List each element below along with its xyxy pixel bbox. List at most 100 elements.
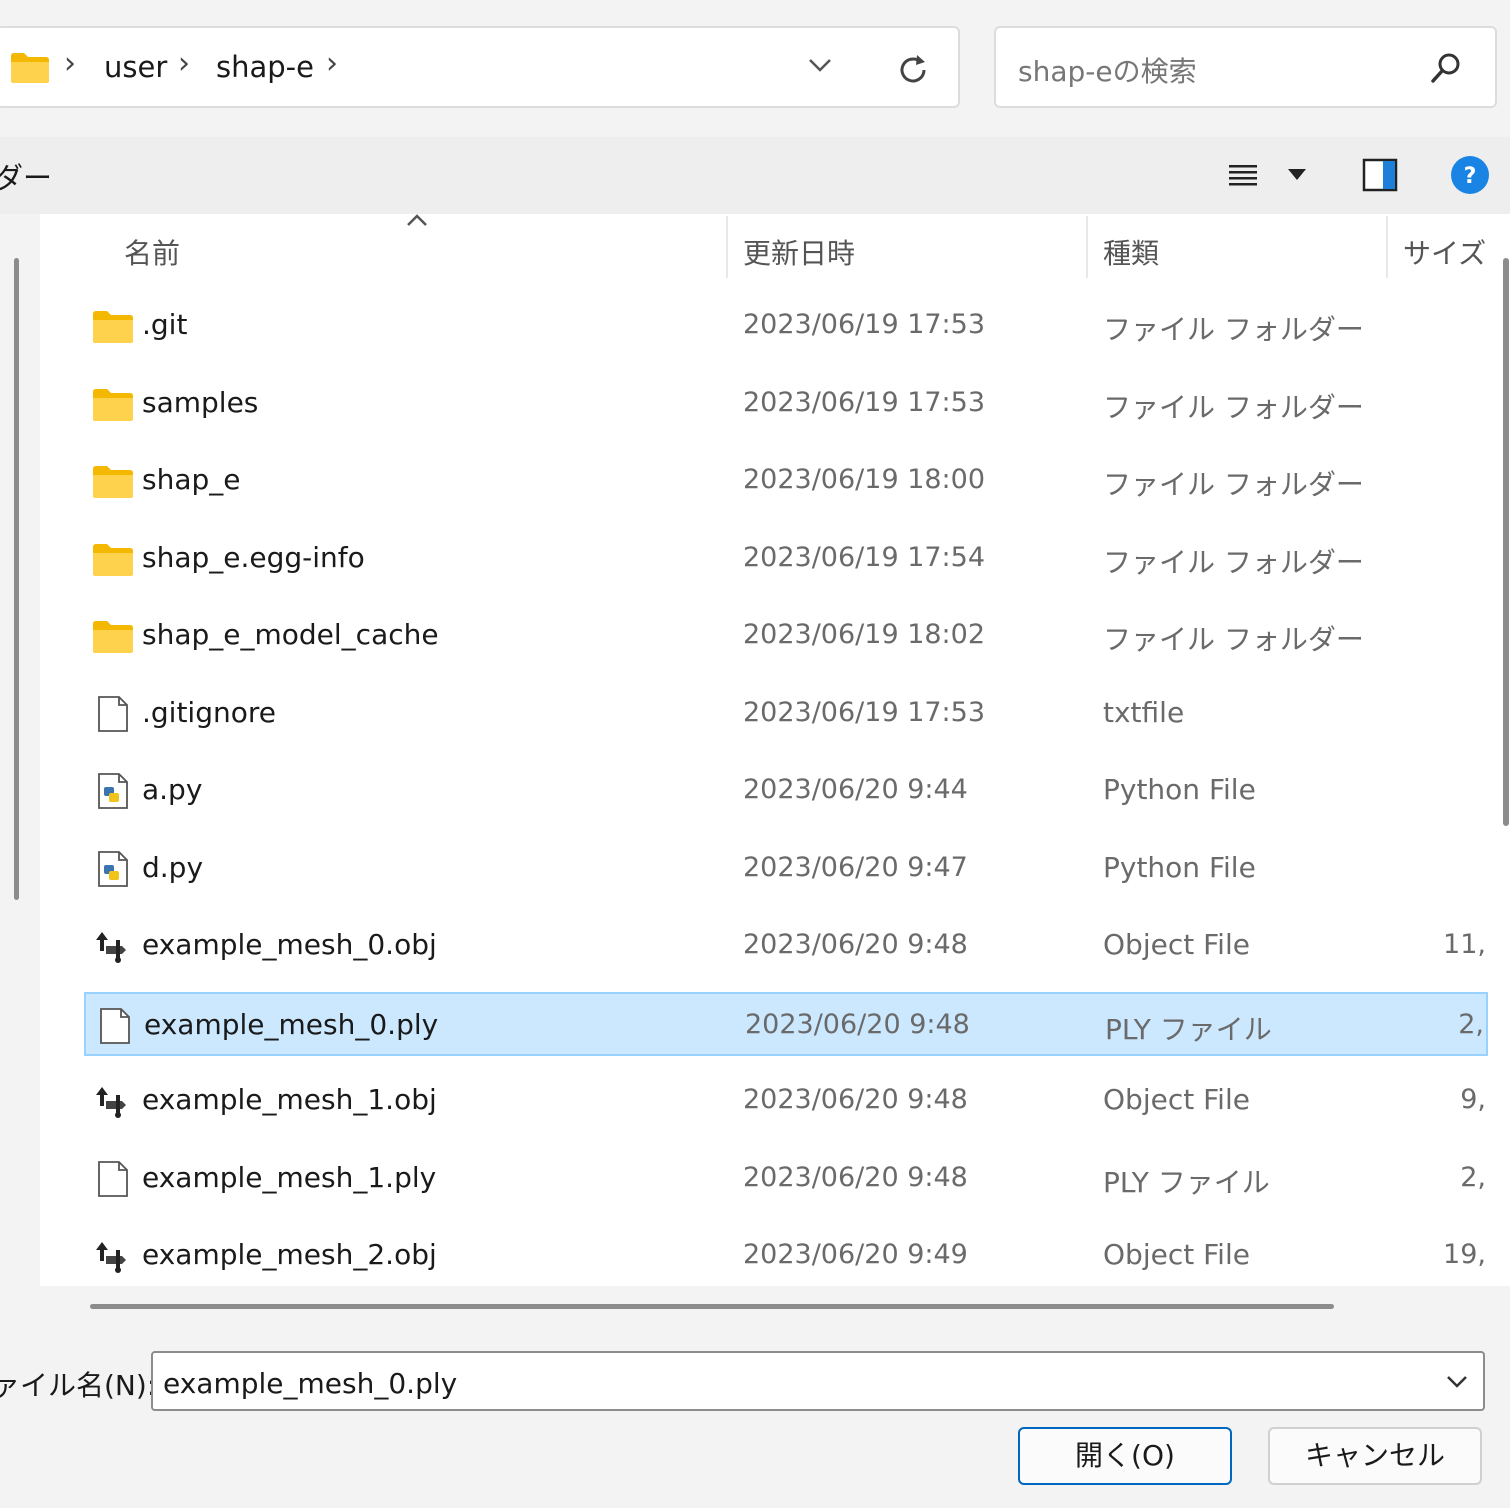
chevron-down-icon[interactable] xyxy=(1286,167,1308,183)
folder-icon xyxy=(92,386,134,422)
file-type: ファイル フォルダー xyxy=(1103,545,1364,579)
file-row[interactable]: .git 2023/06/19 17:53 ファイル フォルダー xyxy=(84,294,1488,358)
file-name: shap_e_model_cache xyxy=(142,618,439,651)
file-name: shap_e xyxy=(142,463,241,496)
column-header-date[interactable]: 更新日時 xyxy=(743,232,855,272)
file-type: Python File xyxy=(1103,850,1256,884)
file-date: 2023/06/19 17:53 xyxy=(743,309,986,340)
file-name: example_mesh_1.ply xyxy=(142,1160,437,1194)
file-row[interactable]: example_mesh_1.ply 2023/06/20 9:48 PLY ファイ… xyxy=(84,1147,1488,1211)
column-divider[interactable] xyxy=(1386,216,1388,278)
file-date: 2023/06/19 17:53 xyxy=(743,696,986,728)
file-row[interactable]: shap_e 2023/06/19 18:00 ファイル フォルダー xyxy=(84,449,1488,513)
file-type: ファイル フォルダー xyxy=(1103,390,1364,424)
column-divider[interactable] xyxy=(726,216,728,278)
breadcrumb-separator[interactable]: › xyxy=(326,46,338,81)
folder-icon xyxy=(92,618,134,654)
file-date: 2023/06/19 18:00 xyxy=(743,464,986,495)
folder-icon xyxy=(11,53,49,83)
preview-pane-icon[interactable] xyxy=(1362,158,1398,192)
file-row[interactable]: example_mesh_1.obj 2023/06/20 9:48 Object … xyxy=(84,1069,1488,1133)
file-date: 2023/06/20 9:48 xyxy=(743,929,968,960)
file-size: 19, xyxy=(1443,1239,1486,1270)
breadcrumb-user[interactable]: user xyxy=(104,50,167,84)
file-type: Object File xyxy=(1103,1238,1250,1271)
file-name: example_mesh_2.obj xyxy=(142,1238,437,1271)
file-date: 2023/06/20 9:48 xyxy=(743,1084,968,1115)
file-name: .gitignore xyxy=(142,695,276,729)
column-header-type[interactable]: 種類 xyxy=(1103,232,1159,272)
file-row-selected[interactable]: example_mesh_0.ply 2023/06/20 9:48 PLY ファイ… xyxy=(84,991,1488,1056)
file-row[interactable]: .gitignore 2023/06/19 17:53 txtfile xyxy=(84,682,1488,746)
cancel-button[interactable]: キャンセル xyxy=(1268,1427,1482,1485)
horizontal-scrollbar[interactable] xyxy=(90,1304,1334,1309)
filename-combobox[interactable]: example_mesh_0.ply xyxy=(151,1351,1485,1411)
nav-pane-scrollbar[interactable] xyxy=(14,258,19,900)
object-file-icon xyxy=(92,1083,134,1119)
file-date: 2023/06/20 9:47 xyxy=(743,851,968,883)
file-row[interactable]: d.py 2023/06/20 9:47 Python File xyxy=(84,837,1488,901)
view-menu-icon[interactable] xyxy=(1227,159,1259,191)
file-date: 2023/06/20 9:44 xyxy=(743,774,968,805)
file-row[interactable]: a.py 2023/06/20 9:44 Python File xyxy=(84,759,1488,823)
breadcrumb-separator[interactable]: › xyxy=(64,46,76,81)
open-button[interactable]: 開く(O) xyxy=(1018,1427,1232,1485)
search-icon[interactable] xyxy=(1428,50,1464,86)
file-size: 9, xyxy=(1460,1084,1486,1115)
file-icon xyxy=(94,1007,136,1044)
chevron-down-icon[interactable] xyxy=(806,50,834,78)
file-type: Object File xyxy=(1103,928,1250,961)
svg-text:?: ? xyxy=(1464,164,1477,189)
file-row[interactable]: example_mesh_0.obj 2023/06/20 9:48 Object … xyxy=(84,914,1488,978)
toolbar: ダー ? xyxy=(0,137,1510,214)
object-file-icon xyxy=(92,1238,134,1274)
file-name: example_mesh_1.obj xyxy=(142,1083,437,1116)
search-placeholder[interactable]: shap-eの検索 xyxy=(1018,50,1197,90)
file-icon xyxy=(92,1160,134,1197)
file-date: 2023/06/20 9:48 xyxy=(743,1161,968,1193)
file-size: 2, xyxy=(1460,1161,1486,1193)
file-row[interactable]: samples 2023/06/19 17:53 ファイル フォルダー xyxy=(84,372,1488,436)
object-file-icon xyxy=(92,928,134,964)
file-type: ファイル フォルダー xyxy=(1103,468,1364,501)
file-date: 2023/06/19 18:02 xyxy=(743,619,986,650)
file-type: Object File xyxy=(1103,1083,1250,1116)
column-header-size[interactable]: サイズ xyxy=(1403,232,1486,272)
folder-icon xyxy=(92,463,134,499)
file-name: shap_e.egg-info xyxy=(142,540,365,574)
help-icon[interactable]: ? xyxy=(1450,155,1490,195)
chevron-down-icon[interactable] xyxy=(1445,1371,1469,1391)
file-size: 11, xyxy=(1443,929,1486,960)
file-type: PLY ファイル xyxy=(1103,1165,1270,1199)
file-row[interactable]: shap_e_model_cache 2023/06/19 18:02 ファイル フ… xyxy=(84,604,1488,668)
refresh-icon[interactable] xyxy=(893,50,933,90)
address-bar[interactable]: › user › shap-e › xyxy=(0,26,960,108)
python-file-icon xyxy=(92,773,134,809)
file-icon xyxy=(92,695,134,732)
vertical-scrollbar[interactable] xyxy=(1503,258,1509,826)
file-type: Python File xyxy=(1103,773,1256,806)
file-size: 2, xyxy=(1458,1008,1484,1040)
file-type: ファイル フォルダー xyxy=(1103,313,1364,346)
file-date: 2023/06/20 9:48 xyxy=(745,1008,970,1040)
search-box[interactable]: shap-eの検索 xyxy=(994,26,1497,108)
column-header-name[interactable]: 名前 xyxy=(124,232,180,272)
file-name: samples xyxy=(142,385,259,419)
folder-icon xyxy=(92,541,134,577)
file-type: PLY ファイル xyxy=(1105,1012,1272,1046)
filename-label: ァイル名(N): xyxy=(0,1369,157,1402)
filename-input[interactable]: example_mesh_0.ply xyxy=(163,1367,457,1400)
breadcrumb-separator[interactable]: › xyxy=(178,46,190,81)
file-name: .git xyxy=(142,308,188,341)
python-file-icon xyxy=(92,850,134,887)
file-type: ファイル フォルダー xyxy=(1103,623,1364,656)
new-folder-button-label[interactable]: ダー xyxy=(0,155,52,197)
column-divider[interactable] xyxy=(1086,216,1088,278)
file-name: d.py xyxy=(142,850,204,884)
file-name: a.py xyxy=(142,773,203,806)
file-row[interactable]: example_mesh_2.obj 2023/06/20 9:49 Object … xyxy=(84,1224,1488,1288)
breadcrumb-shap-e[interactable]: shap-e xyxy=(216,50,314,84)
navigation-pane[interactable] xyxy=(0,214,38,1328)
file-date: 2023/06/20 9:49 xyxy=(743,1239,968,1270)
file-row[interactable]: shap_e.egg-info 2023/06/19 17:54 ファイル フォルダ… xyxy=(84,527,1488,591)
